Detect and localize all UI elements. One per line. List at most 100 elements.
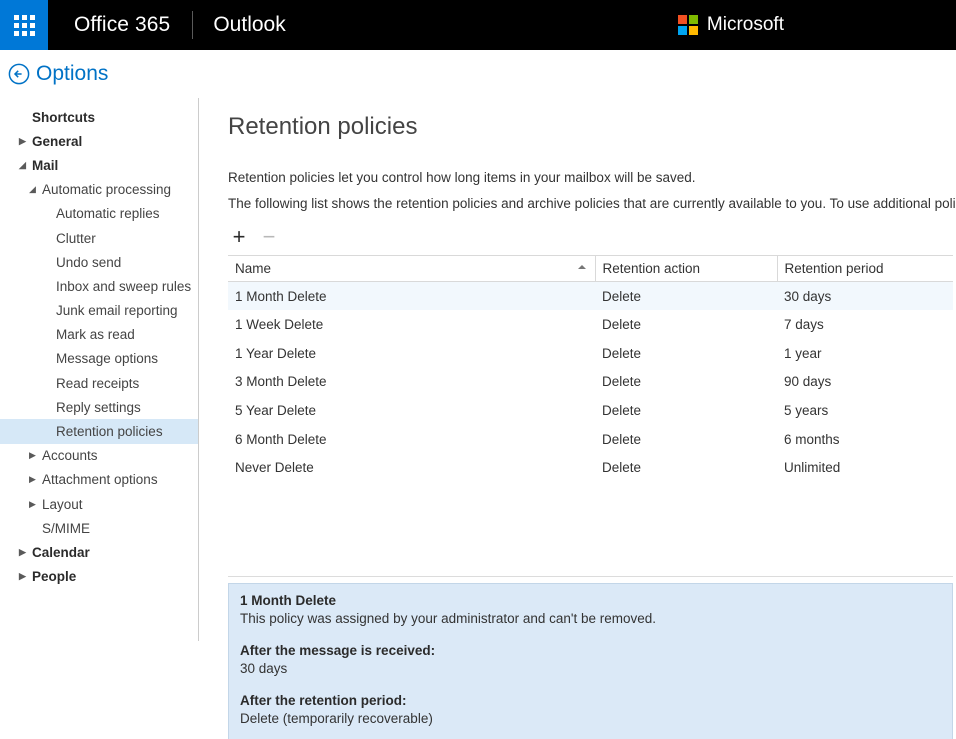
table-row[interactable]: 1 Year DeleteDelete1 year [228,339,953,368]
sidebar-item-message-options[interactable]: Message options [0,347,198,371]
intro-text-line-2: The following list shows the retention p… [228,196,956,211]
policy-name-cell: 1 Year Delete [228,339,595,368]
sidebar-item-attachment-options[interactable]: ▶ Attachment options [0,468,198,492]
sidebar-item-retention-policies[interactable]: Retention policies [0,419,198,443]
sidebar-item-label: Reply settings [56,400,141,415]
column-header-retention-action[interactable]: Retention action [595,256,777,282]
sidebar-item-reply-settings[interactable]: Reply settings [0,395,198,419]
policy-detail-panel: 1 Month Delete This policy was assigned … [228,583,953,739]
remove-policy-button: − [259,226,279,248]
table-body: 1 Month DeleteDelete30 days1 Week Delete… [228,282,953,483]
retention-action-cell: Delete [595,454,777,483]
retention-period-cell: 6 months [777,425,953,454]
table-bottom-divider [228,576,953,577]
table-header: Name Retention action Retention period [228,256,953,282]
sidebar-item-label: General [32,134,82,149]
retention-action-cell: Delete [595,368,777,397]
sidebar-item-mark-as-read[interactable]: Mark as read [0,323,198,347]
sidebar-item-people[interactable]: ▶ People [0,565,198,589]
detail-policy-name: 1 Month Delete [240,593,940,608]
table-header-row: Name Retention action Retention period [228,256,953,282]
waffle-grid-icon [14,15,35,36]
sidebar-item-accounts[interactable]: ▶ Accounts [0,444,198,468]
retention-action-cell: Delete [595,310,777,339]
page-title: Retention policies [228,113,417,141]
sidebar-item-mail[interactable]: ◢ Mail [0,153,198,177]
app-launcher-button[interactable] [0,0,48,50]
retention-policies-table: Name Retention action Retention period 1… [228,255,953,482]
sidebar-item-calendar[interactable]: ▶ Calendar [0,540,198,564]
sidebar-item-clutter[interactable]: Clutter [0,226,198,250]
sidebar-item-label: Attachment options [42,472,158,487]
column-header-retention-action-label: Retention action [603,261,701,276]
sidebar-item-undo-send[interactable]: Undo send [0,250,198,274]
table-row[interactable]: 6 Month DeleteDelete6 months [228,425,953,454]
sidebar-item-junk-email-reporting[interactable]: Junk email reporting [0,299,198,323]
retention-period-cell: 90 days [777,368,953,397]
chevron-right-icon[interactable]: ▶ [29,475,38,484]
sidebar-item-automatic-processing[interactable]: ◢ Automatic processing [0,178,198,202]
sidebar-item-label: Layout [42,497,83,512]
column-header-retention-period[interactable]: Retention period [777,256,953,282]
detail-policy-note: This policy was assigned by your adminis… [240,611,940,626]
sidebar-item-s-mime[interactable]: S/MIME [0,516,198,540]
policy-toolbar: + − [229,226,279,248]
column-header-retention-period-label: Retention period [785,261,884,276]
policy-name-cell: 5 Year Delete [228,396,595,425]
detail-received-value: 30 days [240,661,940,676]
add-policy-button[interactable]: + [229,226,249,248]
sidebar-item-shortcuts[interactable]: Shortcuts [0,105,198,129]
sidebar-item-label: Automatic replies [56,206,160,221]
suite-app-label[interactable]: Outlook [193,13,305,37]
table-row[interactable]: Never DeleteDeleteUnlimited [228,454,953,483]
policy-name-cell: 1 Month Delete [228,282,595,311]
sort-ascending-icon [578,265,586,269]
sidebar-item-label: Clutter [56,231,96,246]
sidebar-item-label: Message options [56,351,158,366]
table-row[interactable]: 5 Year DeleteDelete5 years [228,396,953,425]
table-row[interactable]: 3 Month DeleteDelete90 days [228,368,953,397]
table-row[interactable]: 1 Month DeleteDelete30 days [228,282,953,311]
sidebar-item-automatic-replies[interactable]: Automatic replies [0,202,198,226]
sidebar-item-label: Inbox and sweep rules [56,279,191,294]
chevron-right-icon[interactable]: ▶ [19,548,28,557]
suite-brand-label[interactable]: Office 365 [48,13,192,37]
sidebar-item-label: Calendar [32,545,90,560]
chevron-right-icon[interactable]: ▶ [19,137,28,146]
retention-period-cell: 7 days [777,310,953,339]
chevron-right-icon[interactable]: ▶ [29,500,38,509]
retention-action-cell: Delete [595,282,777,311]
microsoft-logo-icon [678,15,698,35]
sidebar-item-label: Read receipts [56,376,139,391]
sidebar-item-label: Shortcuts [32,110,95,125]
sidebar-item-general[interactable]: ▶ General [0,129,198,153]
policy-name-cell: 6 Month Delete [228,425,595,454]
sidebar-item-label: Accounts [42,448,98,463]
policy-name-cell: Never Delete [228,454,595,483]
sidebar-item-label: Mail [32,158,58,173]
retention-period-cell: 30 days [777,282,953,311]
sidebar-item-layout[interactable]: ▶ Layout [0,492,198,516]
sidebar-item-inbox-and-sweep-rules[interactable]: Inbox and sweep rules [0,274,198,298]
sidebar-item-read-receipts[interactable]: Read receipts [0,371,198,395]
policy-name-cell: 3 Month Delete [228,368,595,397]
column-header-name[interactable]: Name [228,256,595,282]
intro-text-line-1: Retention policies let you control how l… [228,170,695,185]
back-arrow-circle-icon[interactable] [8,63,30,85]
table-row[interactable]: 1 Week DeleteDelete7 days [228,310,953,339]
column-header-name-label: Name [235,261,271,276]
sidebar-item-label: People [32,569,76,584]
policy-name-cell: 1 Week Delete [228,310,595,339]
main-content: Retention policies Retention policies le… [200,98,956,641]
retention-action-cell: Delete [595,396,777,425]
options-back-link[interactable]: Options [36,62,108,86]
chevron-right-icon[interactable]: ▶ [29,451,38,460]
chevron-right-icon[interactable]: ▶ [19,572,28,581]
microsoft-name-label: Microsoft [707,14,784,36]
sidebar-item-label: Automatic processing [42,182,171,197]
retention-period-cell: 1 year [777,339,953,368]
options-header: Options [0,50,956,98]
sidebar-item-label: Junk email reporting [56,303,178,318]
chevron-down-icon[interactable]: ◢ [29,185,38,194]
chevron-down-icon[interactable]: ◢ [19,161,28,170]
